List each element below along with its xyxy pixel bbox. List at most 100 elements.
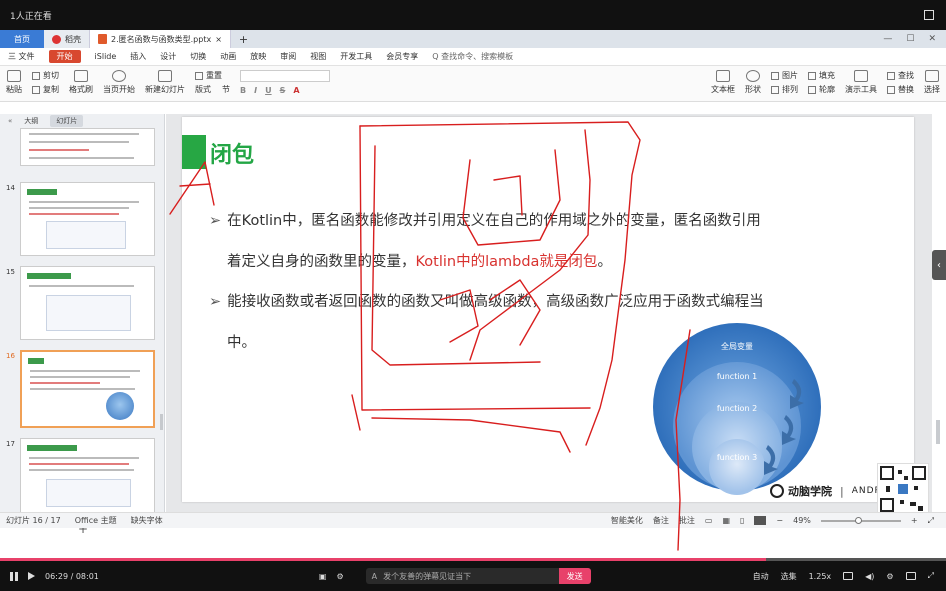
- outline-button[interactable]: 轮廓: [808, 84, 835, 95]
- bold-button[interactable]: B: [240, 86, 246, 95]
- pip-icon[interactable]: [843, 572, 854, 580]
- danmu-settings-icon[interactable]: ⚙: [336, 572, 343, 581]
- thumb-preview: [20, 128, 155, 166]
- speed-button[interactable]: 1.25x: [809, 572, 832, 581]
- next-episode-icon[interactable]: [28, 572, 35, 580]
- menu-slideshow[interactable]: 放映: [250, 51, 266, 62]
- zoom-slider[interactable]: [820, 516, 901, 524]
- collapse-sidebar-icon[interactable]: «: [8, 117, 12, 125]
- canvas-scrollbar[interactable]: [936, 420, 940, 444]
- thumbnail-13[interactable]: [6, 128, 156, 166]
- menu-start[interactable]: 开始: [48, 50, 81, 63]
- zoom-out-icon[interactable]: −: [776, 516, 783, 525]
- settings-icon[interactable]: ⚙: [886, 572, 893, 581]
- danmu-input[interactable]: A 发个友善的弹幕见证当下 发送: [365, 568, 591, 584]
- thumb-preview: [20, 182, 155, 256]
- text-box-button[interactable]: 文本框: [711, 70, 735, 95]
- shape-button[interactable]: 形状: [745, 70, 761, 95]
- fill-button[interactable]: 填充: [808, 70, 835, 81]
- beautify-button[interactable]: 智能美化: [611, 515, 643, 526]
- zoom-in-icon[interactable]: +: [911, 516, 918, 525]
- tab-slides[interactable]: 幻灯片: [50, 115, 84, 127]
- layout-button[interactable]: 版式 节: [195, 84, 230, 95]
- menu-design[interactable]: 设计: [160, 51, 176, 62]
- new-slide-button[interactable]: 新建幻灯片: [145, 70, 185, 95]
- demo-tools-button[interactable]: 演示工具: [845, 70, 877, 95]
- picture-button[interactable]: 图片: [771, 70, 798, 81]
- thumbnail-14[interactable]: 14: [6, 182, 156, 256]
- widescreen-icon[interactable]: [905, 572, 916, 580]
- cut-button[interactable]: 剪切: [32, 70, 59, 81]
- ribbon: 粘贴 剪切 复制 格式刷 当页开始 新建幻灯片 重置 版式节 B I U S A…: [0, 66, 946, 102]
- thumb-title-bar: [27, 445, 77, 451]
- paste-button[interactable]: 粘贴: [6, 70, 22, 95]
- fullscreen-exit-icon[interactable]: [924, 10, 934, 20]
- thumbnail-17[interactable]: 17: [6, 438, 156, 514]
- font-name-select[interactable]: [240, 70, 330, 82]
- menu-view[interactable]: 视图: [310, 51, 326, 62]
- replace-button[interactable]: 替换: [887, 84, 914, 95]
- reading-view-icon[interactable]: ▯: [740, 516, 744, 525]
- episode-button[interactable]: 选集: [781, 571, 797, 582]
- fullscreen-icon[interactable]: ⤢: [928, 571, 934, 581]
- tab-document[interactable]: 2.匿名函数与函数类型.pptx ×: [90, 30, 231, 48]
- slideshow-play-icon[interactable]: [754, 516, 767, 525]
- menu-file[interactable]: 三 文件: [8, 51, 35, 62]
- pause-icon[interactable]: [10, 571, 18, 581]
- find-group: 查找 替换: [887, 70, 914, 95]
- minimize-icon[interactable]: —: [883, 34, 892, 44]
- status-right: 智能美化 备注 批注 ▭ ▦ ▯ − 49% + ⤢: [611, 515, 946, 526]
- find-button[interactable]: 查找: [887, 70, 914, 81]
- menu-transition[interactable]: 切换: [190, 51, 206, 62]
- reset-button[interactable]: 重置: [195, 70, 230, 81]
- font-color-button[interactable]: A: [293, 86, 299, 95]
- comments-button[interactable]: 批注: [679, 515, 695, 526]
- tab-outline[interactable]: 大纲: [18, 115, 44, 127]
- sidebar-scrollbar[interactable]: [160, 414, 163, 430]
- copy-button[interactable]: 复制: [32, 84, 59, 95]
- strike-button[interactable]: S: [280, 86, 286, 95]
- menu-animation[interactable]: 动画: [220, 51, 236, 62]
- menu-review[interactable]: 审阅: [280, 51, 296, 62]
- close-tab-icon[interactable]: ×: [215, 35, 222, 44]
- danmu-toggle-icon[interactable]: ▣: [319, 572, 327, 581]
- format-painter-button[interactable]: 格式刷: [69, 70, 93, 95]
- section-label[interactable]: 节: [222, 84, 230, 95]
- clipboard-group: 剪切 复制: [32, 70, 59, 95]
- notes-button[interactable]: 备注: [653, 515, 669, 526]
- zoom-slider-knob[interactable]: [854, 516, 862, 524]
- new-tab-button[interactable]: +: [231, 33, 256, 46]
- arrange-button[interactable]: 排列: [771, 84, 798, 95]
- menu-member[interactable]: 会员专享: [386, 51, 418, 62]
- thumbnail-16[interactable]: 16: [6, 350, 156, 428]
- tab-home[interactable]: 首页: [0, 30, 44, 48]
- menu-islide[interactable]: iSlide: [95, 52, 117, 61]
- missing-fonts[interactable]: 缺失字体: [131, 515, 163, 526]
- thumb-code-box: [46, 295, 131, 331]
- command-search[interactable]: Q 查找命令、搜索模板: [432, 51, 513, 62]
- zoom-level[interactable]: 49%: [793, 516, 811, 525]
- menu-developer[interactable]: 开发工具: [340, 51, 372, 62]
- status-bar: 幻灯片 16 / 17 Office 主题 缺失字体 智能美化 备注 批注 ▭ …: [0, 512, 946, 528]
- select-button[interactable]: 选择: [924, 70, 940, 95]
- volume-icon[interactable]: ◀): [865, 572, 874, 581]
- quality-button[interactable]: 自动: [753, 571, 769, 582]
- danmu-send-button[interactable]: 发送: [558, 568, 591, 584]
- normal-view-icon[interactable]: ▭: [705, 516, 713, 525]
- demo-tools-icon: [854, 70, 868, 82]
- menu-insert[interactable]: 插入: [130, 51, 146, 62]
- sorter-view-icon[interactable]: ▦: [722, 516, 730, 525]
- from-current-button[interactable]: 当页开始: [103, 70, 135, 95]
- close-window-icon[interactable]: ✕: [928, 34, 936, 44]
- thumb-title-bar: [27, 273, 71, 279]
- maximize-icon[interactable]: ☐: [906, 34, 914, 44]
- italic-button[interactable]: I: [254, 86, 257, 95]
- expand-panel-button[interactable]: ‹: [932, 250, 946, 280]
- time-current: 06:29: [45, 571, 69, 581]
- current-slide[interactable]: 闭包 ➢ 在Kotlin中，匿名函数能修改并引用定义在自己的作用域之外的变量，匿名…: [182, 117, 914, 502]
- fit-window-icon[interactable]: ⤢: [928, 516, 934, 526]
- thumbnail-15[interactable]: 15: [6, 266, 156, 340]
- underline-button[interactable]: U: [265, 86, 272, 95]
- tab-wps[interactable]: 稻壳: [44, 30, 90, 48]
- thumb-line: [29, 463, 129, 465]
